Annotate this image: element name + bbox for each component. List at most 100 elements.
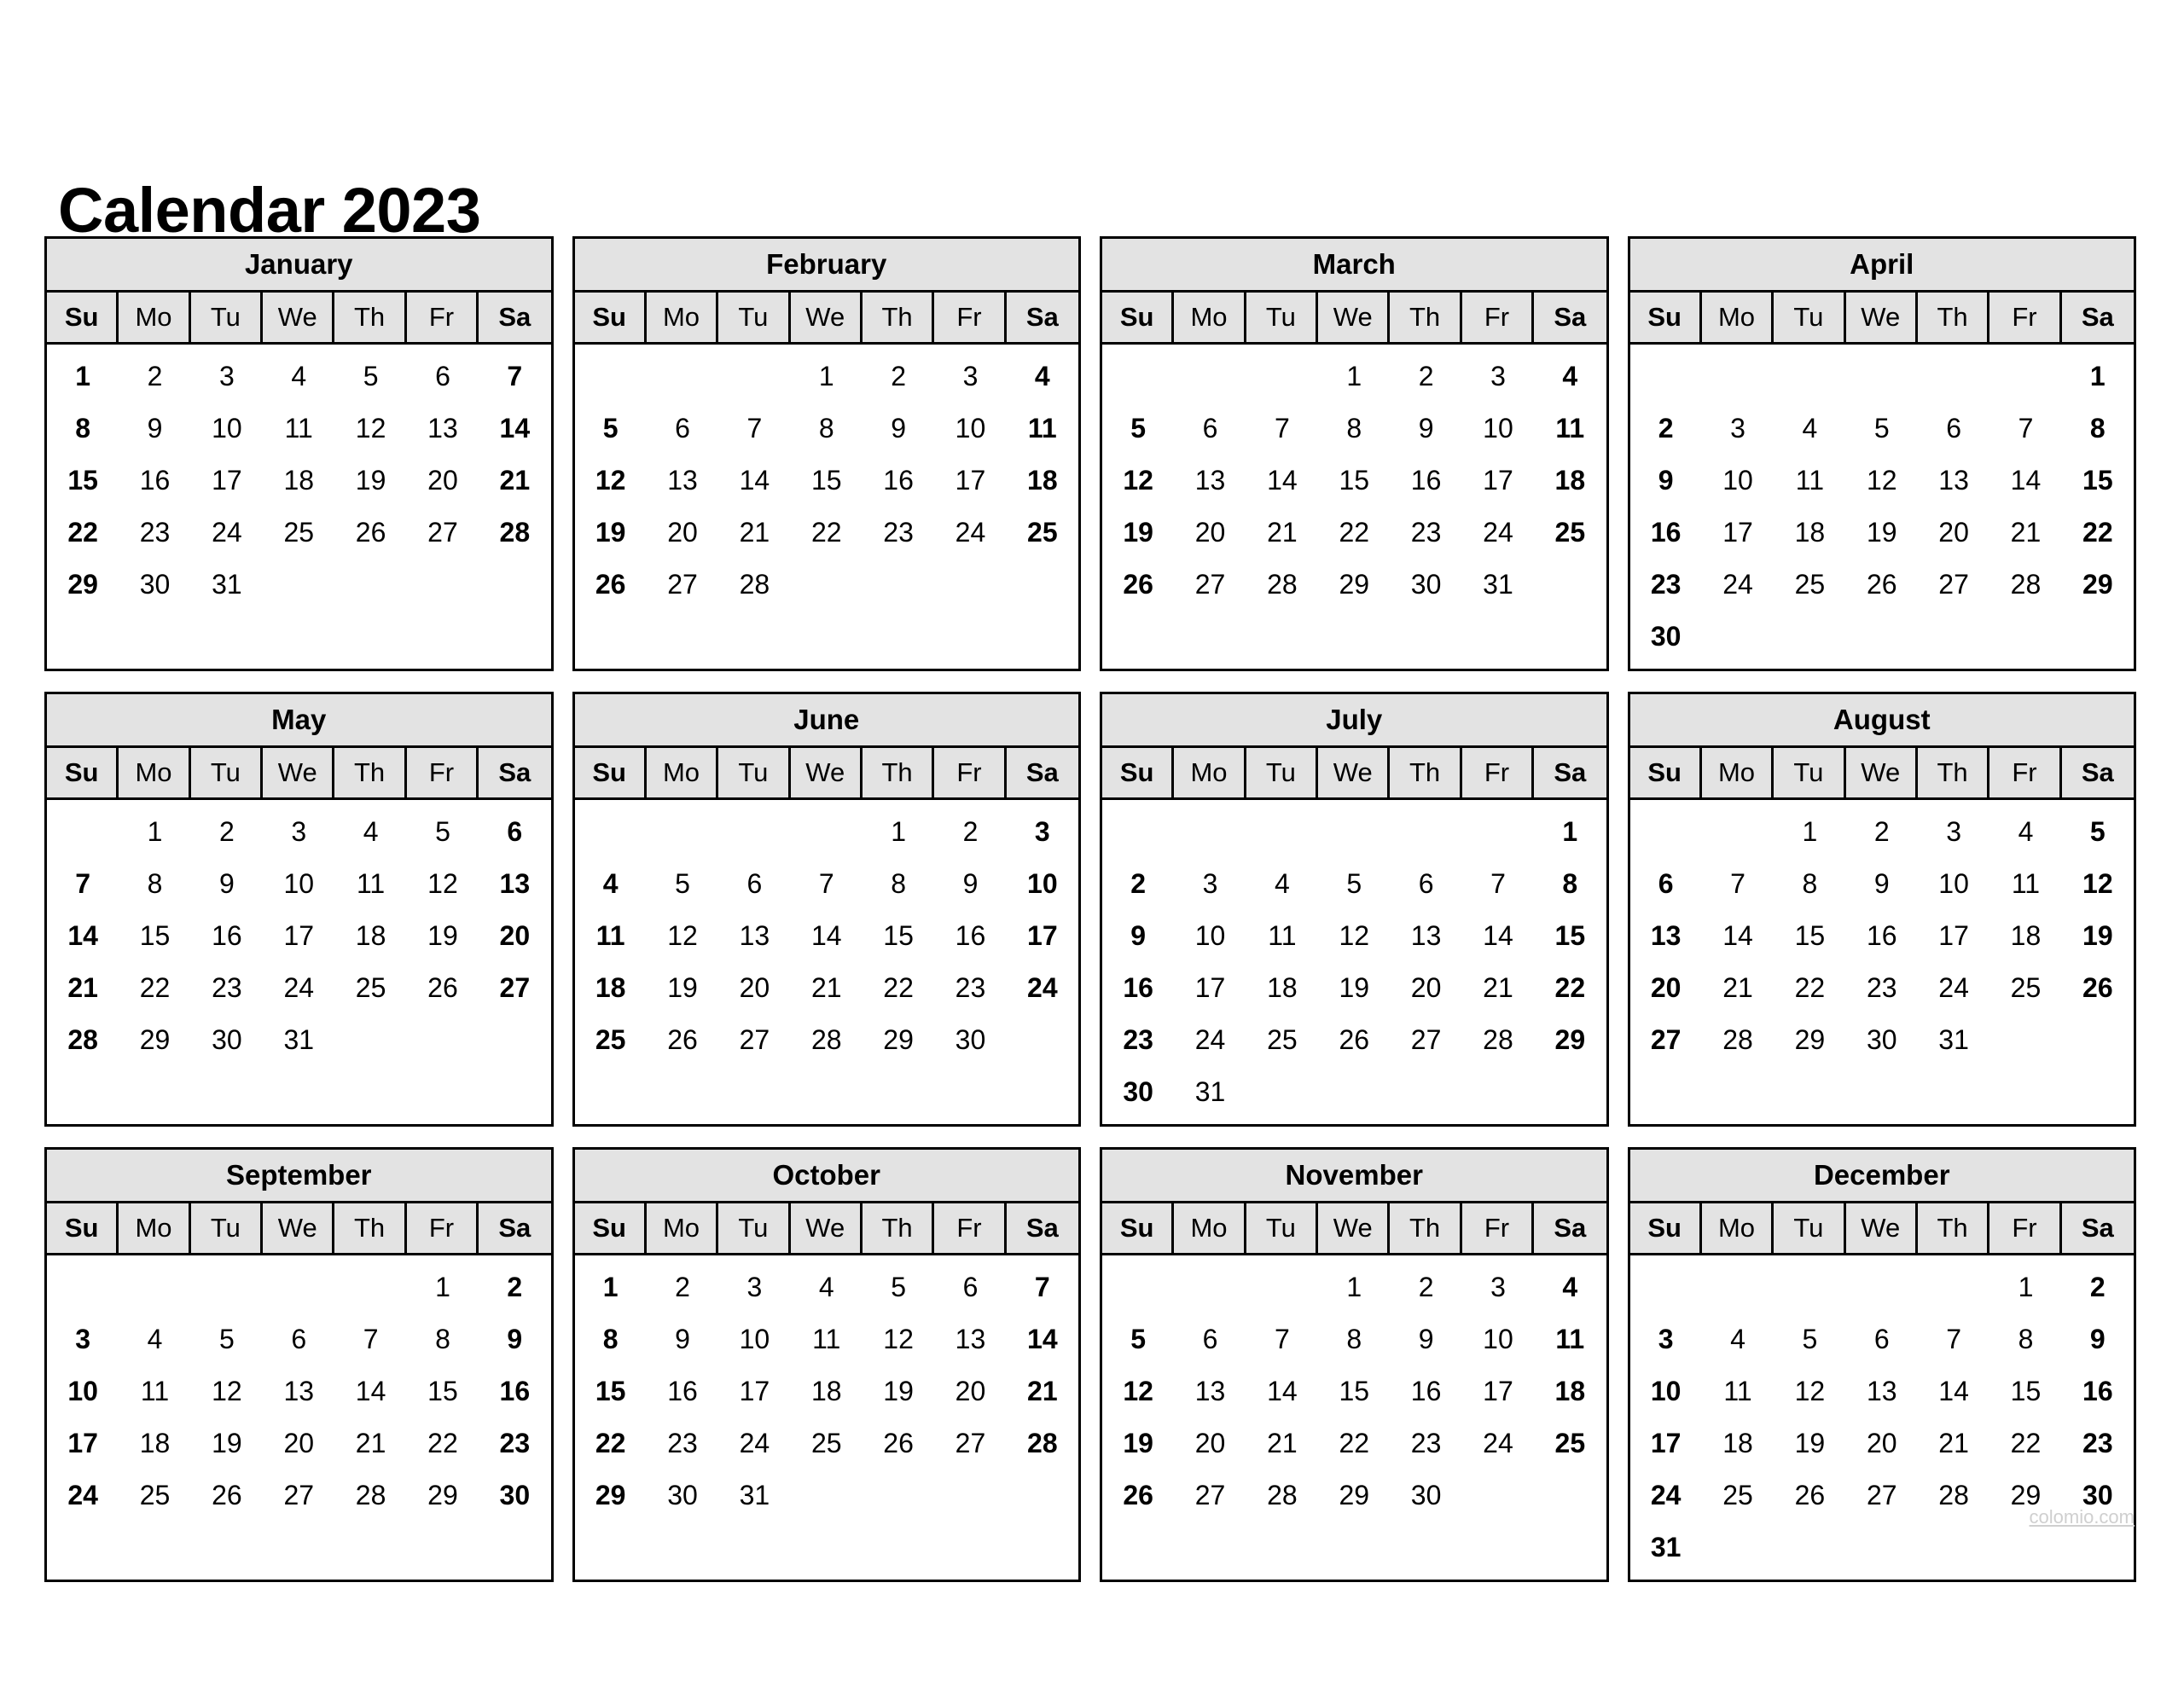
day-cell[interactable]: 4	[1534, 1261, 1606, 1313]
day-cell[interactable]: 12	[2062, 858, 2134, 910]
day-cell[interactable]: 23	[647, 1417, 718, 1470]
day-cell[interactable]: 24	[1630, 1470, 1702, 1522]
day-cell[interactable]: 4	[791, 1261, 863, 1313]
day-cell[interactable]: 6	[718, 858, 790, 910]
day-cell[interactable]: 21	[1246, 1417, 1318, 1470]
day-cell[interactable]: 23	[1390, 1417, 1461, 1470]
day-cell[interactable]: 29	[407, 1470, 479, 1522]
day-cell[interactable]: 3	[1174, 858, 1246, 910]
day-cell[interactable]: 15	[791, 455, 863, 507]
day-cell[interactable]: 25	[575, 1014, 647, 1066]
day-cell[interactable]: 14	[479, 403, 550, 455]
day-cell[interactable]: 4	[119, 1313, 190, 1365]
day-cell[interactable]: 18	[1534, 1365, 1606, 1417]
day-cell[interactable]: 20	[407, 455, 479, 507]
day-cell[interactable]: 15	[1774, 910, 1845, 962]
day-cell[interactable]: 31	[718, 1470, 790, 1522]
day-cell[interactable]: 26	[407, 962, 479, 1014]
day-cell[interactable]: 16	[647, 1365, 718, 1417]
day-cell[interactable]: 15	[1318, 455, 1390, 507]
day-cell[interactable]: 10	[718, 1313, 790, 1365]
day-cell[interactable]: 13	[1174, 455, 1246, 507]
day-cell[interactable]: 28	[1918, 1470, 1989, 1522]
day-cell[interactable]: 11	[1702, 1365, 1774, 1417]
day-cell[interactable]: 25	[1989, 962, 2061, 1014]
day-cell[interactable]: 7	[718, 403, 790, 455]
day-cell[interactable]: 11	[263, 403, 334, 455]
day-cell[interactable]: 8	[791, 403, 863, 455]
day-cell[interactable]: 17	[1462, 1365, 1534, 1417]
day-cell[interactable]: 26	[575, 559, 647, 611]
day-cell[interactable]: 12	[647, 910, 718, 962]
day-cell[interactable]: 1	[1774, 806, 1845, 858]
day-cell[interactable]: 31	[1462, 559, 1534, 611]
day-cell[interactable]: 26	[863, 1417, 934, 1470]
day-cell[interactable]: 13	[407, 403, 479, 455]
day-cell[interactable]: 7	[1989, 403, 2061, 455]
day-cell[interactable]: 14	[1007, 1313, 1078, 1365]
day-cell[interactable]: 11	[1246, 910, 1318, 962]
day-cell[interactable]: 1	[1989, 1261, 2061, 1313]
day-cell[interactable]: 28	[1702, 1014, 1774, 1066]
day-cell[interactable]: 11	[575, 910, 647, 962]
day-cell[interactable]: 24	[1918, 962, 1989, 1014]
day-cell[interactable]: 17	[1630, 1417, 1702, 1470]
day-cell[interactable]: 17	[1702, 507, 1774, 559]
day-cell[interactable]: 30	[1102, 1066, 1174, 1118]
day-cell[interactable]: 24	[1702, 559, 1774, 611]
day-cell[interactable]: 18	[1534, 455, 1606, 507]
day-cell[interactable]: 25	[791, 1417, 863, 1470]
day-cell[interactable]: 25	[1246, 1014, 1318, 1066]
day-cell[interactable]: 11	[1534, 403, 1606, 455]
day-cell[interactable]: 1	[1318, 1261, 1390, 1313]
day-cell[interactable]: 17	[1174, 962, 1246, 1014]
day-cell[interactable]: 25	[1007, 507, 1078, 559]
day-cell[interactable]: 28	[1246, 1470, 1318, 1522]
day-cell[interactable]: 8	[1318, 1313, 1390, 1365]
day-cell[interactable]: 27	[1174, 559, 1246, 611]
day-cell[interactable]: 29	[2062, 559, 2134, 611]
day-cell[interactable]: 21	[718, 507, 790, 559]
day-cell[interactable]: 3	[934, 351, 1006, 403]
day-cell[interactable]: 19	[647, 962, 718, 1014]
day-cell[interactable]: 11	[334, 858, 406, 910]
day-cell[interactable]: 26	[1318, 1014, 1390, 1066]
day-cell[interactable]: 30	[647, 1470, 718, 1522]
day-cell[interactable]: 17	[1462, 455, 1534, 507]
day-cell[interactable]: 20	[1918, 507, 1989, 559]
day-cell[interactable]: 13	[1630, 910, 1702, 962]
day-cell[interactable]: 11	[791, 1313, 863, 1365]
day-cell[interactable]: 3	[47, 1313, 119, 1365]
day-cell[interactable]: 1	[119, 806, 190, 858]
day-cell[interactable]: 2	[1102, 858, 1174, 910]
day-cell[interactable]: 2	[934, 806, 1006, 858]
day-cell[interactable]: 25	[334, 962, 406, 1014]
day-cell[interactable]: 4	[1989, 806, 2061, 858]
day-cell[interactable]: 31	[263, 1014, 334, 1066]
day-cell[interactable]: 8	[863, 858, 934, 910]
day-cell[interactable]: 18	[791, 1365, 863, 1417]
day-cell[interactable]: 21	[1989, 507, 2061, 559]
day-cell[interactable]: 23	[1846, 962, 1918, 1014]
day-cell[interactable]: 6	[647, 403, 718, 455]
day-cell[interactable]: 17	[934, 455, 1006, 507]
day-cell[interactable]: 25	[1702, 1470, 1774, 1522]
day-cell[interactable]: 9	[479, 1313, 550, 1365]
day-cell[interactable]: 15	[1989, 1365, 2061, 1417]
day-cell[interactable]: 9	[191, 858, 263, 910]
day-cell[interactable]: 12	[1102, 1365, 1174, 1417]
day-cell[interactable]: 9	[1846, 858, 1918, 910]
day-cell[interactable]: 13	[1846, 1365, 1918, 1417]
day-cell[interactable]: 18	[1774, 507, 1845, 559]
day-cell[interactable]: 12	[334, 403, 406, 455]
day-cell[interactable]: 22	[1318, 507, 1390, 559]
day-cell[interactable]: 7	[1918, 1313, 1989, 1365]
day-cell[interactable]: 22	[1534, 962, 1606, 1014]
day-cell[interactable]: 22	[863, 962, 934, 1014]
day-cell[interactable]: 21	[1462, 962, 1534, 1014]
day-cell[interactable]: 5	[191, 1313, 263, 1365]
day-cell[interactable]: 21	[334, 1417, 406, 1470]
day-cell[interactable]: 15	[119, 910, 190, 962]
day-cell[interactable]: 16	[191, 910, 263, 962]
day-cell[interactable]: 16	[119, 455, 190, 507]
